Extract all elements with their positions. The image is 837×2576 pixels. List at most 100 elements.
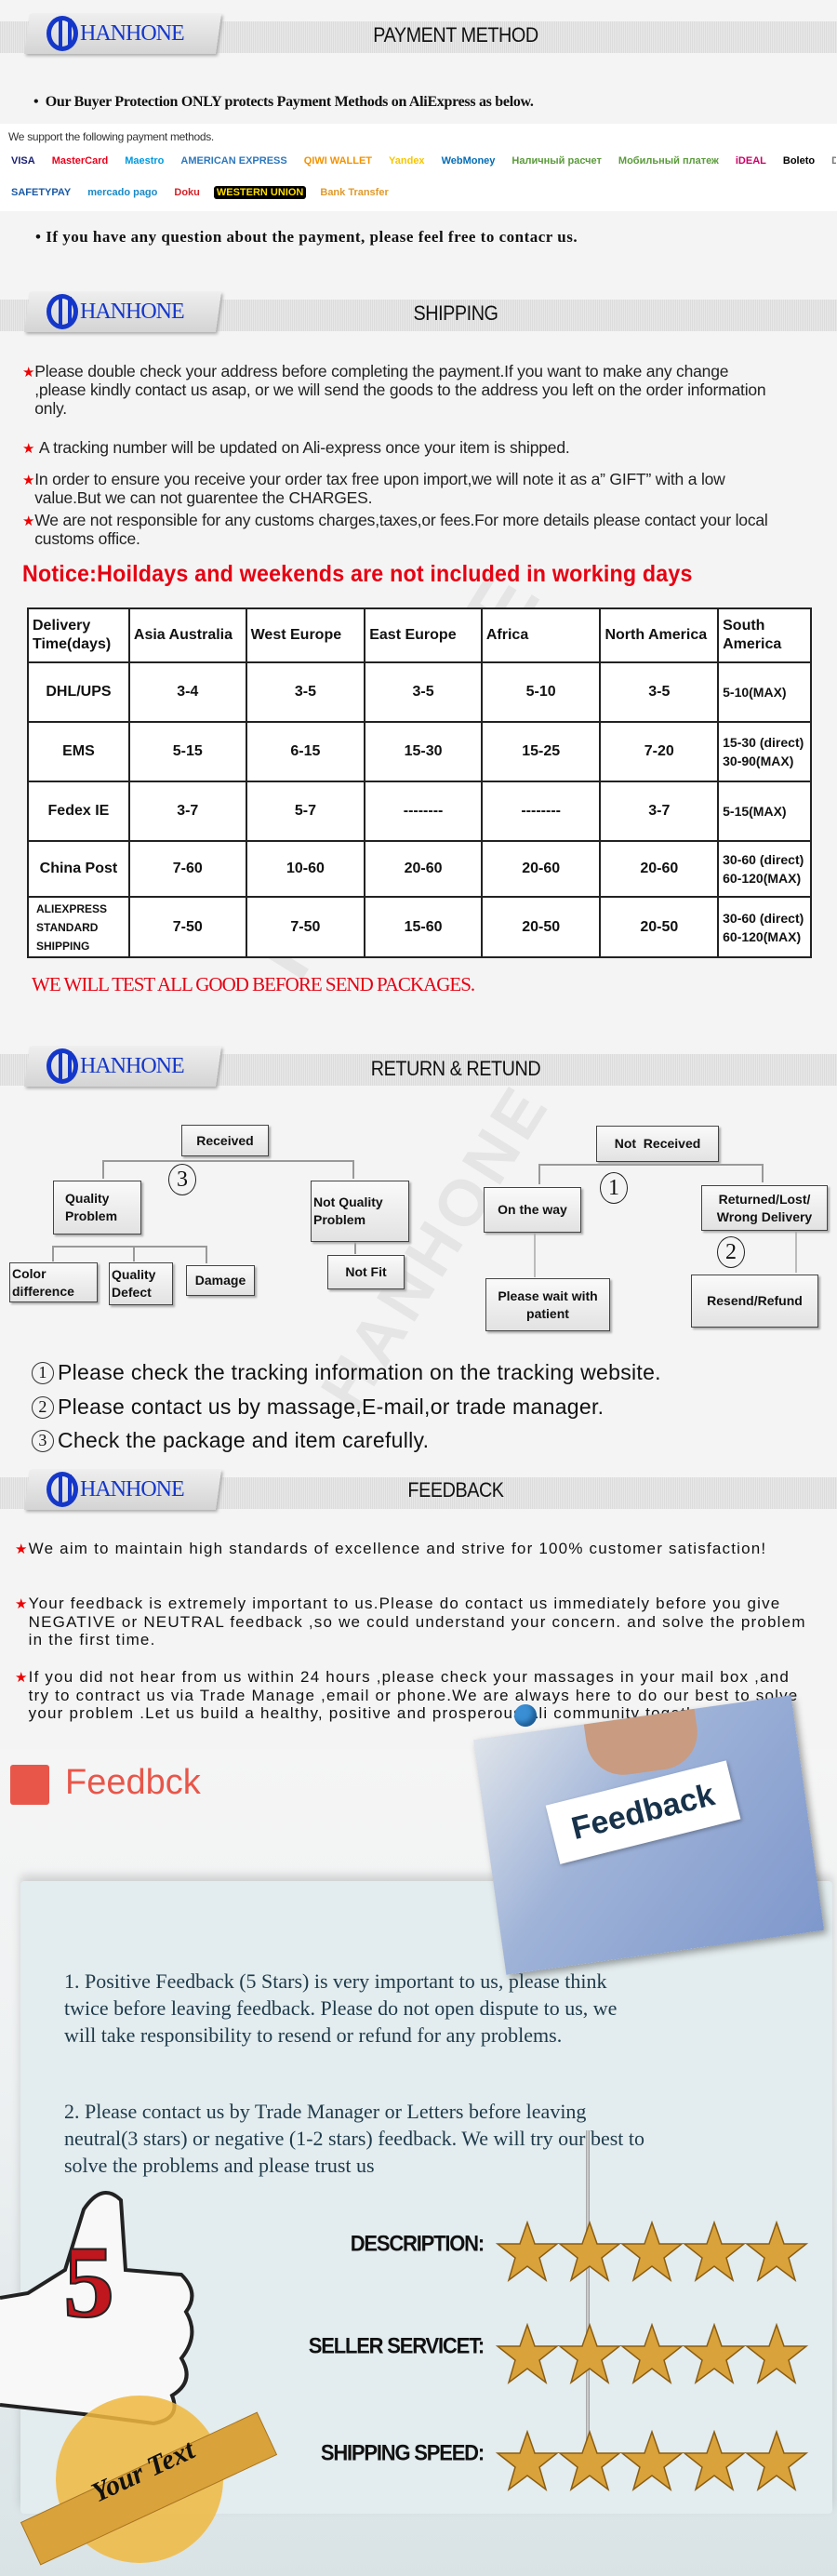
- connector: [534, 1234, 536, 1277]
- gold-star-icon: [495, 2323, 560, 2384]
- brand-logo: HANHONE: [46, 1472, 185, 1507]
- table-cell: 15-30: [364, 721, 483, 782]
- gold-star-icon: [682, 2221, 747, 2282]
- section-title: FEEDBACK: [407, 1478, 504, 1502]
- gold-star-icon: [619, 2323, 684, 2384]
- test-note: WE WILL TEST ALL GOOD BEFORE SEND PACKAG…: [32, 973, 475, 995]
- box-resend-refund: Resend/Refund: [691, 1275, 818, 1328]
- note-number: 1: [32, 1362, 54, 1384]
- payment-logo: Doku: [174, 187, 200, 198]
- payment-logo: WebMoney: [441, 155, 496, 167]
- payment-bullet-2: • If you have any question about the pay…: [35, 228, 578, 246]
- payment-logos-row-1: VISA MasterCard Maestro AMERICAN EXPRESS QIW…: [8, 152, 836, 168]
- column-header: Asia Australia: [127, 607, 247, 663]
- support-text: We support the following payment methods…: [8, 130, 214, 143]
- thumbs-up-5-badge: [0, 2191, 278, 2566]
- table-cell: 5-15(MAX): [717, 781, 812, 842]
- table-cell: EMS: [27, 721, 130, 782]
- payment-logo: Yandex: [389, 155, 425, 167]
- gold-star-icon: [682, 2323, 747, 2384]
- step-2-circle: 2: [717, 1236, 745, 1268]
- table-cell: 15-25: [480, 721, 602, 782]
- connector: [795, 1232, 797, 1273]
- pen-decoration: [586, 2130, 590, 2475]
- connector: [352, 1160, 354, 1179]
- payment-logo: mercado pago: [87, 187, 158, 198]
- table-row: China Post 7-60 10-60 20-60 20-60 20-60 30-60 …: [27, 840, 812, 898]
- payment-logo: Boleto: [782, 155, 816, 167]
- shipping-item: ★Please double check your address before…: [22, 362, 813, 418]
- table-cell: --------: [480, 781, 602, 842]
- table-cell: 7-50: [127, 896, 247, 958]
- star-bullet-icon: ★: [15, 1670, 29, 1686]
- column-header: Africa: [480, 607, 602, 663]
- gold-star-icon: [682, 2430, 747, 2491]
- feedback-paragraph-1: 1. Positive Feedback (5 Stars) is very i…: [64, 1969, 618, 2047]
- payment-logo: AMERICAN EXPRESS: [180, 155, 287, 167]
- column-header: North America: [599, 607, 720, 663]
- section-title: PAYMENT METHOD: [373, 23, 538, 47]
- gold-star-icon: [619, 2221, 684, 2282]
- table-cell: 20-50: [599, 896, 720, 958]
- box-not-quality-problem: Not Quality Problem: [311, 1181, 409, 1242]
- feedback-item: ★We aim to maintain high standards of ex…: [15, 1540, 824, 1559]
- bullet-text: If you have any question about the payme…: [46, 228, 578, 246]
- star-bullet-icon: ★: [22, 514, 35, 529]
- table-cell: China Post: [27, 840, 130, 898]
- star-bullet-icon: ★: [22, 473, 35, 488]
- delivery-time-table: Delivery Time(days) Asia Australia West Eu…: [27, 607, 812, 958]
- box-not-fit: Not Fit: [327, 1255, 405, 1289]
- section-title: RETURN & RETUND: [370, 1057, 541, 1080]
- table-cell: 5-7: [245, 781, 366, 842]
- table-cell: 5-10(MAX): [717, 661, 812, 723]
- return-note: 3 Check the package and item carefully.: [32, 1428, 429, 1453]
- payment-logo: MasterCard: [51, 155, 109, 167]
- gold-star-icon: [557, 2323, 622, 2384]
- feedback-item: ★Your feedback is extremely important to…: [15, 1595, 824, 1649]
- brand-name: HANHONE: [80, 1053, 185, 1078]
- table-cell: 30-60 (direct) 60-120(MAX): [717, 840, 812, 898]
- brand-name: HANHONE: [80, 20, 185, 46]
- box-icon: [10, 1765, 49, 1805]
- table-cell: ALIEXPRESS STANDARD SHIPPING: [27, 896, 130, 958]
- product-description-page: HANHONE HANHONE HANHONE PAYMENT METHOD •…: [0, 0, 837, 2576]
- item-text: Please double check your address before …: [34, 362, 766, 418]
- item-text: We are not responsible for any customs c…: [34, 511, 768, 548]
- table-row: EMS 5-15 6-15 15-30 15-25 7-20 15-30 (direct) …: [27, 721, 812, 782]
- bullet-text: Our Buyer Protection ONLY protects Payme…: [45, 94, 534, 110]
- gold-star-icon: [744, 2323, 809, 2384]
- payment-logo: Maestro: [125, 155, 165, 167]
- table-row: Fedex IE 3-7 5-7 -------- -------- 3-7 5-15(MA…: [27, 781, 812, 842]
- table-cell: 20-60: [364, 840, 483, 898]
- star-bullet-icon: ★: [15, 1542, 29, 1557]
- table-cell: Fedex IE: [27, 781, 130, 842]
- connector: [206, 1246, 207, 1263]
- payment-logo: iDEAL: [735, 155, 766, 167]
- gold-star-icon: [495, 2221, 560, 2282]
- step-3-circle: 3: [168, 1164, 196, 1195]
- feedback-heading: Feedbck: [65, 1763, 201, 1802]
- brand-logo: HANHONE: [46, 1048, 185, 1084]
- gold-star-icon: [495, 2430, 560, 2491]
- brand-name: HANHONE: [80, 1476, 185, 1502]
- star-bullet-icon: ★: [15, 1596, 29, 1612]
- shipping-item: ★ A tracking number will be updated on A…: [22, 438, 813, 459]
- column-header: West Europe: [245, 607, 366, 663]
- table-cell: 7-20: [599, 721, 720, 782]
- table-cell: 3-5: [245, 661, 366, 723]
- table-cell: 15-60: [364, 896, 483, 958]
- shipping-item: ★In order to ensure you receive your ord…: [22, 470, 813, 507]
- table-cell: 7-60: [127, 840, 247, 898]
- badge-number: 5: [62, 2224, 115, 2340]
- note-number: 3: [32, 1430, 54, 1452]
- box-please-wait: Please wait with patient: [485, 1278, 610, 1331]
- holiday-notice: Notice:Hoildays and weekends are not inc…: [22, 561, 693, 587]
- logo-icon: [46, 294, 78, 329]
- connector: [354, 1242, 356, 1254]
- box-received: Received: [181, 1125, 269, 1156]
- column-header: East Europe: [364, 607, 483, 663]
- table-row: DHL/UPS 3-4 3-5 3-5 5-10 3-5 5-10(MAX): [27, 661, 812, 723]
- section-title: SHIPPING: [413, 301, 498, 325]
- star-rating: [495, 2430, 809, 2491]
- logo-icon: [46, 1472, 78, 1507]
